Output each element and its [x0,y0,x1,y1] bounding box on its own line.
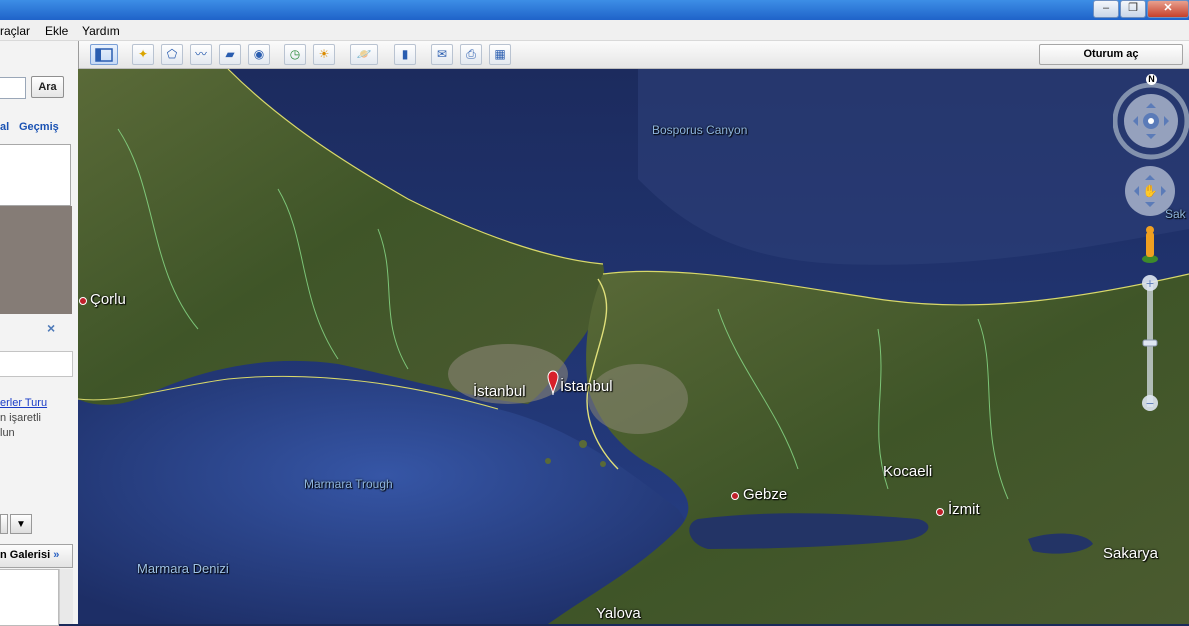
planet-icon: 🪐 [356,47,372,61]
close-button[interactable]: ✕ [1147,0,1189,18]
sun-icon: ☀ [318,47,330,61]
switch-planet-button[interactable]: 🪐 [350,44,378,65]
email-icon: ✉ [436,47,448,61]
label-sakarya[interactable]: Sakarya [1103,545,1158,562]
chevron-right-icon: » [53,549,60,561]
sidebar-icon [95,48,113,62]
label-izmit[interactable]: İzmit [948,501,980,518]
sign-in-button[interactable]: Oturum aç [1039,44,1183,65]
move-up-button[interactable] [0,514,8,534]
compass-north-label[interactable]: N [1146,74,1157,85]
view-in-maps-button[interactable]: ▦ [489,44,511,65]
clock-icon: ◷ [289,47,301,61]
window-controls: – ❐ ✕ [1092,0,1189,18]
record-tour-button[interactable]: ◉ [248,44,270,65]
label-marmara-denizi: Marmara Denizi [137,561,229,576]
path-icon: 〰 [194,47,207,61]
tab-local[interactable]: al [0,121,9,133]
search-button[interactable]: Ara [31,76,64,98]
tab-history[interactable]: Geçmiş [19,121,59,133]
restore-button[interactable]: ❐ [1120,0,1146,18]
maps-icon: ▦ [494,47,506,61]
label-istanbul-asian[interactable]: İstanbul [560,378,613,395]
menu-tools[interactable]: raçlar [0,24,30,38]
gallery-label: n Galerisi [0,549,51,561]
map-view[interactable]: Çorlu İstanbul İstanbul Gebze Kocaeli İz… [78,69,1189,624]
minus-icon: − [1145,397,1154,410]
email-button[interactable]: ✉ [431,44,453,65]
add-path-button[interactable]: 〰 [190,44,212,65]
tour-link[interactable]: erler Turu [0,397,47,409]
satellite-imagery [78,69,1189,624]
ruler-button[interactable]: ▮ [394,44,416,65]
sunlight-button[interactable]: ☀ [313,44,335,65]
close-icon[interactable]: × [47,320,55,336]
minimize-button[interactable]: – [1093,0,1119,18]
placemark-icon: ✦ [137,47,149,61]
label-gebze[interactable]: Gebze [743,486,787,503]
camera-icon: ◉ [253,47,265,61]
menu-help[interactable]: Yardım [82,24,120,38]
label-corlu[interactable]: Çorlu [90,291,126,308]
label-bosporus-canyon: Bosporus Canyon [652,123,748,137]
tour-description: n işaretli [0,412,41,424]
historical-imagery-button[interactable]: ◷ [284,44,306,65]
move-down-button[interactable]: ▼ [10,514,32,534]
add-polygon-button[interactable]: ⬠ [161,44,183,65]
panel-divider-area [0,206,72,314]
sidebar: Ara al Geçmiş × erler Turu n işaretli lu… [0,41,79,626]
image-overlay-icon: ▰ [225,47,235,61]
places-header [0,351,73,377]
window-title-bar: – ❐ ✕ [0,0,1189,20]
label-yalova[interactable]: Yalova [596,605,641,622]
layers-scrollbar[interactable] [59,569,73,624]
navigation-controls: ✋ + − N [1112,74,1189,427]
add-placemark-button[interactable]: ✦ [132,44,154,65]
add-image-overlay-button[interactable]: ▰ [219,44,241,65]
label-marmara-trough: Marmara Trough [304,477,393,491]
toggle-sidebar-button[interactable] [90,44,118,65]
label-kocaeli[interactable]: Kocaeli [883,463,932,480]
zoom-slider-thumb[interactable] [1142,339,1158,347]
arrow-down-icon: ▼ [16,519,26,530]
search-input[interactable] [0,77,26,99]
tour-description-line2: lun [0,427,15,439]
print-button[interactable]: ⎙ [460,44,482,65]
toolbar: ✦ ⬠ 〰 ▰ ◉ ◷ ☀ 🪐 ▮ ✉ ⎙ ▦ Oturum aç [78,41,1189,69]
ruler-icon: ▮ [401,47,409,61]
layers-list [0,569,59,626]
menu-add[interactable]: Ekle [45,24,68,38]
gallery-button[interactable]: n Galerisi » [0,544,73,568]
search-results-panel [0,144,71,206]
hand-icon: ✋ [1143,184,1158,198]
menu-bar: raçlar Ekle Yardım [0,20,1189,41]
plus-icon: + [1145,277,1154,290]
print-icon: ⎙ [466,47,476,61]
places-arrows: ▼ [0,514,34,536]
polygon-icon: ⬠ [166,47,178,61]
street-view-pegman-icon[interactable] [1146,232,1154,257]
label-istanbul-european[interactable]: İstanbul [473,383,526,400]
